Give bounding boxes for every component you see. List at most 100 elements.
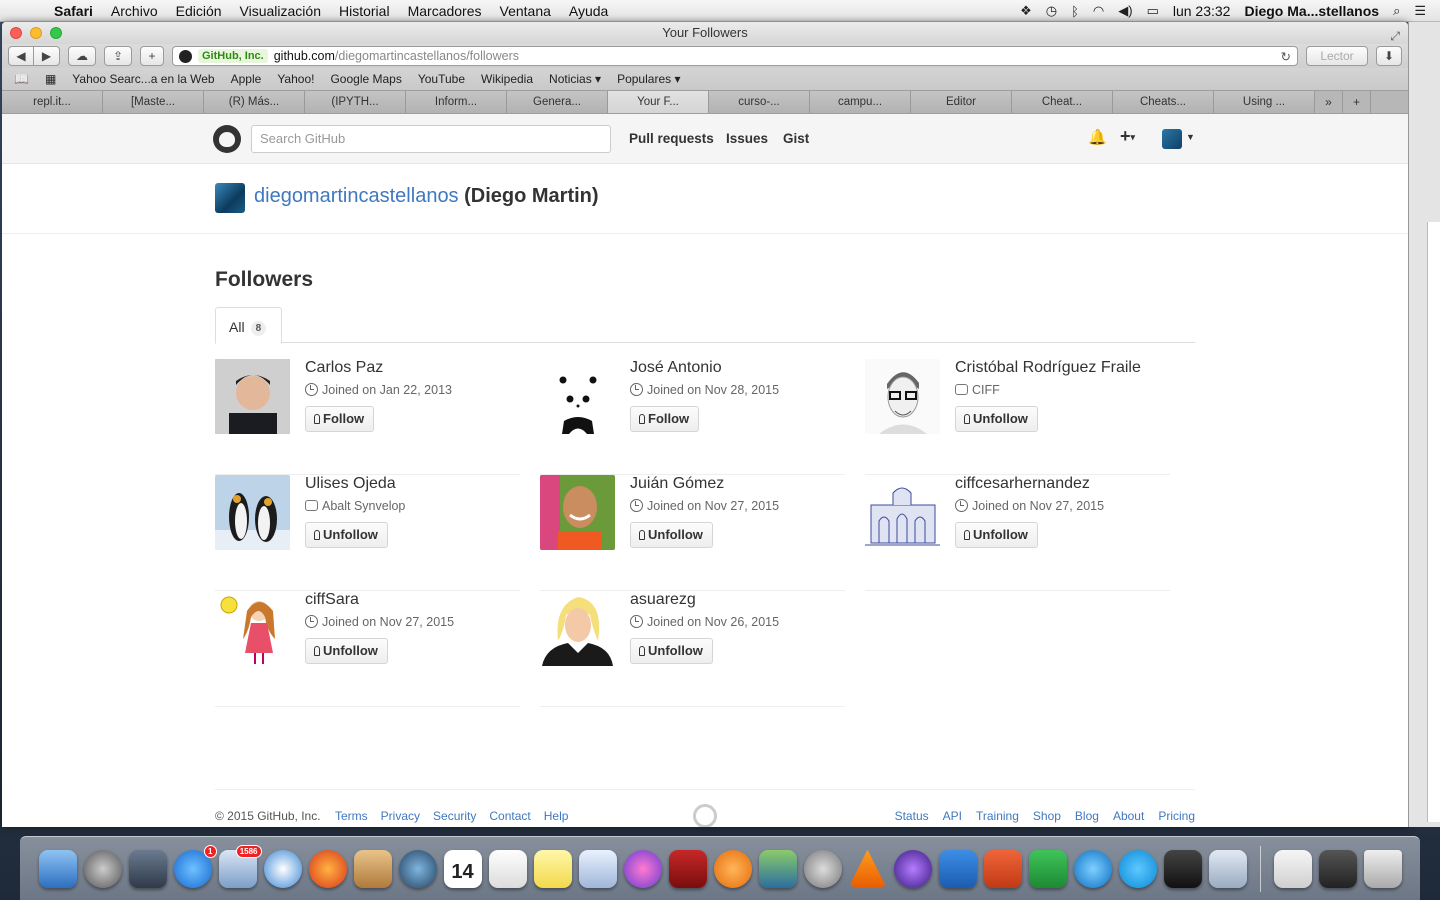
image-capture-icon[interactable] <box>1208 849 1247 888</box>
reading-list-icon[interactable]: 📖 <box>14 72 29 86</box>
photo-booth-icon[interactable] <box>668 849 707 888</box>
follower-avatar[interactable] <box>540 475 615 550</box>
icloud-tabs-button[interactable]: ☁ <box>68 46 96 66</box>
footer-link-terms[interactable]: Terms <box>335 809 368 823</box>
firefox-icon[interactable] <box>308 849 347 888</box>
browser-tab[interactable]: Inform... <box>406 91 507 113</box>
volume-icon[interactable]: ◀) <box>1118 3 1132 19</box>
terminal-icon[interactable] <box>1163 849 1202 888</box>
share-button[interactable]: ⇪ <box>104 46 132 66</box>
nav-gist[interactable]: Gist <box>783 131 809 146</box>
close-window-button[interactable] <box>10 27 22 39</box>
safari-icon[interactable] <box>263 849 302 888</box>
footer-link-status[interactable]: Status <box>895 809 929 823</box>
browser-tab-active[interactable]: Your F... <box>608 91 709 113</box>
ev-certificate-badge[interactable]: GitHub, Inc. <box>198 49 268 63</box>
clock[interactable]: lun 23:32 <box>1173 3 1231 19</box>
follower-avatar[interactable] <box>540 359 615 434</box>
follower-name[interactable]: ciffSara <box>305 591 359 609</box>
bookmark-folder[interactable]: Noticias ▾ <box>549 72 601 86</box>
follower-avatar[interactable] <box>865 475 940 550</box>
downloads-button[interactable]: ⬇ <box>1376 46 1402 66</box>
follower-name[interactable]: Juián Gómez <box>630 475 724 493</box>
preview-icon[interactable] <box>578 849 617 888</box>
forward-button[interactable]: ▶ <box>34 46 60 66</box>
reminders-icon[interactable] <box>488 849 527 888</box>
unfollow-button[interactable]: Unfollow <box>630 638 713 664</box>
browser-tab[interactable]: Cheat... <box>1012 91 1113 113</box>
follower-name[interactable]: asuarezg <box>630 591 696 609</box>
footer-link-about[interactable]: About <box>1113 809 1144 823</box>
vlc-icon[interactable] <box>848 849 887 888</box>
follower-name[interactable]: ciffcesarhernandez <box>955 475 1090 493</box>
search-input[interactable]: Search GitHub <box>251 125 611 153</box>
browser-tab[interactable]: Using ... <box>1214 91 1315 113</box>
follow-button[interactable]: Follow <box>630 406 700 432</box>
footer-link-privacy[interactable]: Privacy <box>381 809 420 823</box>
menu-ayuda[interactable]: Ayuda <box>569 3 608 19</box>
follower-avatar[interactable] <box>215 475 290 550</box>
footer-link-help[interactable]: Help <box>544 809 569 823</box>
add-tab-icon[interactable]: + <box>1343 91 1371 113</box>
bittorrent-icon[interactable] <box>893 849 932 888</box>
address-bar[interactable]: GitHub, Inc. github.com /diegomartincast… <box>172 46 1298 66</box>
background-window[interactable] <box>1408 22 1440 827</box>
follower-avatar[interactable] <box>215 359 290 434</box>
launchpad-icon[interactable] <box>83 849 122 888</box>
nav-pull-requests[interactable]: Pull requests <box>629 131 714 146</box>
follower-avatar[interactable] <box>540 591 615 666</box>
browser-tab[interactable]: [Maste... <box>103 91 204 113</box>
follower-avatar[interactable] <box>215 591 290 666</box>
follower-name[interactable]: Ulises Ojeda <box>305 475 396 493</box>
notification-center-icon[interactable]: ☰ <box>1414 3 1426 19</box>
itunes-icon[interactable] <box>623 849 662 888</box>
footer-link-blog[interactable]: Blog <box>1075 809 1099 823</box>
menu-edicion[interactable]: Edición <box>176 3 222 19</box>
spotlight-icon[interactable]: ⌕ <box>1393 3 1400 19</box>
system-preferences-icon[interactable] <box>803 849 842 888</box>
trash-icon[interactable] <box>1363 849 1402 888</box>
teamviewer-icon[interactable] <box>1073 849 1112 888</box>
powerpoint-icon[interactable] <box>983 849 1022 888</box>
excel-icon[interactable] <box>1028 849 1067 888</box>
minimize-window-button[interactable] <box>30 27 42 39</box>
user-menu[interactable]: Diego Ma...stellanos <box>1244 3 1379 19</box>
wifi-icon[interactable]: ◠ <box>1093 3 1104 19</box>
word-icon[interactable] <box>938 849 977 888</box>
mail-icon[interactable]: 1586 <box>218 844 262 888</box>
iphoto-icon[interactable] <box>758 849 797 888</box>
bookmark-item[interactable]: YouTube <box>418 72 465 86</box>
fullscreen-icon[interactable]: ⤢ <box>1390 25 1400 47</box>
bookmark-folder[interactable]: Populares ▾ <box>617 72 680 86</box>
profile-avatar[interactable] <box>215 183 245 213</box>
tab-all[interactable]: All 8 <box>215 307 282 344</box>
mission-control-icon[interactable] <box>128 849 167 888</box>
skype-icon[interactable] <box>1118 849 1157 888</box>
bookmark-item[interactable]: Yahoo Searc...a en la Web <box>72 72 214 86</box>
github-logo-icon[interactable] <box>213 125 241 153</box>
footer-link-shop[interactable]: Shop <box>1033 809 1061 823</box>
menu-archivo[interactable]: Archivo <box>111 3 158 19</box>
unfollow-button[interactable]: Unfollow <box>305 638 388 664</box>
contacts-icon[interactable] <box>353 849 392 888</box>
menu-marcadores[interactable]: Marcadores <box>408 3 482 19</box>
bluetooth-icon[interactable]: ᛒ <box>1071 4 1079 19</box>
reload-icon[interactable]: ↻ <box>1281 49 1291 64</box>
browser-tab[interactable]: curso-... <box>709 91 810 113</box>
footer-link-training[interactable]: Training <box>976 809 1019 823</box>
downloads-stack-icon[interactable] <box>1318 849 1357 888</box>
footer-link-api[interactable]: API <box>943 809 962 823</box>
dropbox-icon[interactable]: ❖ <box>1020 3 1032 19</box>
browser-tab[interactable]: (R) Más... <box>204 91 305 113</box>
zoom-window-button[interactable] <box>50 27 62 39</box>
bookmark-item[interactable]: Google Maps <box>330 72 401 86</box>
menu-app-name[interactable]: Safari <box>54 3 93 19</box>
browser-tab[interactable]: campu... <box>810 91 911 113</box>
unfollow-button[interactable]: Unfollow <box>630 522 713 548</box>
time-machine-icon[interactable]: ◷ <box>1046 3 1057 19</box>
browser-tab[interactable]: (IPYTH... <box>305 91 406 113</box>
documents-folder-icon[interactable] <box>1273 849 1312 888</box>
back-button[interactable]: ◀ <box>8 46 34 66</box>
notifications-bell-icon[interactable]: 🔔 <box>1088 128 1107 146</box>
notes-icon[interactable] <box>533 849 572 888</box>
